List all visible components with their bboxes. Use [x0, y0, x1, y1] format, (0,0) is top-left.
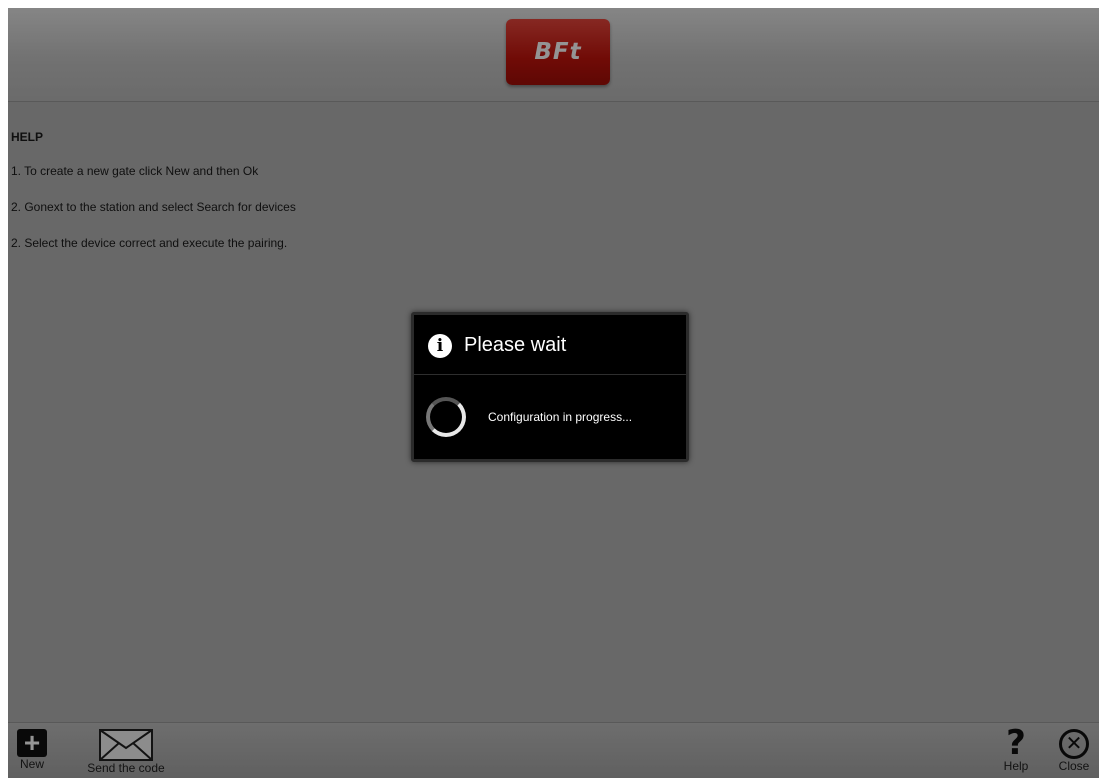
app-window: BFt HELP 1. To create a new gate click N… — [8, 8, 1099, 778]
dialog-message: Configuration in progress... — [488, 410, 633, 424]
dialog-header: i Please wait — [414, 315, 686, 375]
info-icon: i — [428, 334, 452, 358]
dialog-title: Please wait — [464, 334, 567, 356]
loading-spinner-icon — [426, 397, 466, 437]
progress-dialog: i Please wait Configuration in progress.… — [411, 312, 689, 462]
